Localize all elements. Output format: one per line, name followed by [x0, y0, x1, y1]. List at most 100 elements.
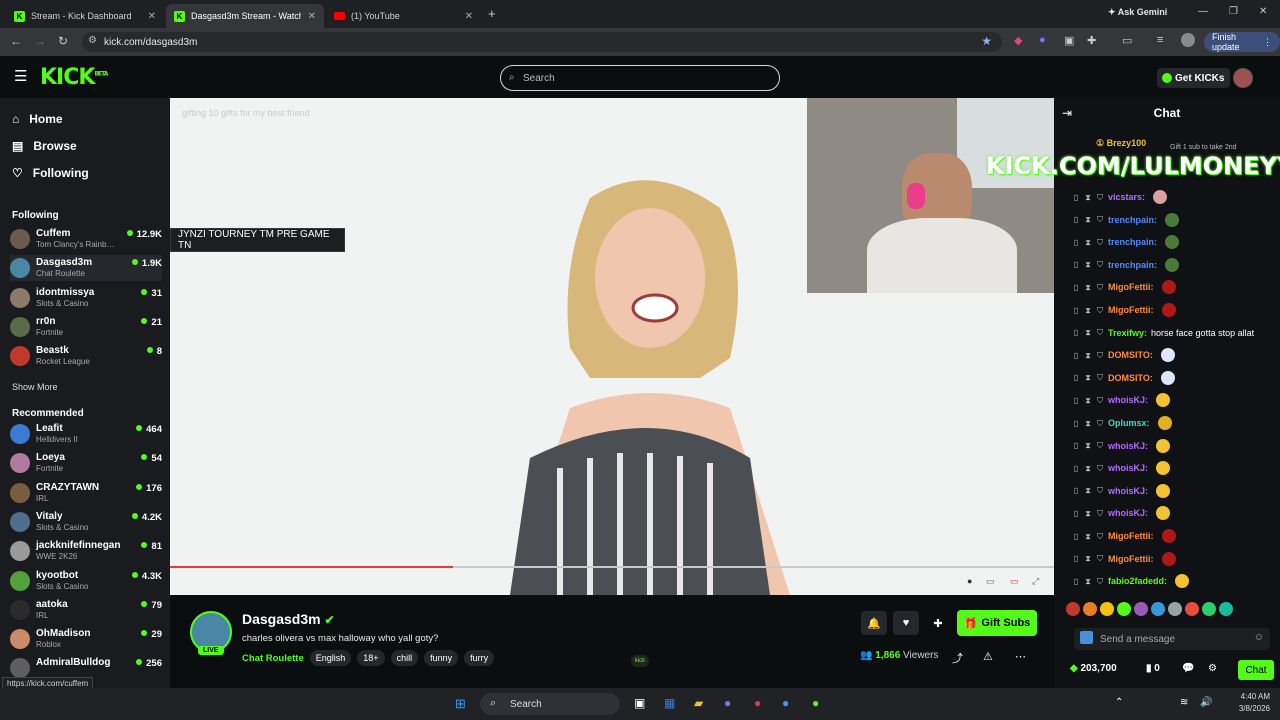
trash-icon[interactable]: ▯ — [1072, 396, 1080, 405]
shield-icon[interactable]: ⛉ — [1096, 238, 1104, 247]
kick-emote-icon[interactable] — [1080, 631, 1093, 644]
pinned-user[interactable]: ① Brezy100 — [1096, 138, 1146, 149]
chat-username[interactable]: MigoFettii: — [1108, 531, 1154, 541]
trash-icon[interactable]: ▯ — [1072, 193, 1080, 202]
gift-subs-button[interactable]: 🎁 Gift Subs — [957, 610, 1037, 636]
extensions-puzzle-icon[interactable]: ✚ — [1087, 34, 1096, 47]
emote-icon[interactable] — [1066, 602, 1080, 616]
chat-username[interactable]: DOMSITO: — [1108, 373, 1153, 383]
emote-icon[interactable] — [1168, 602, 1182, 616]
trash-icon[interactable]: ▯ — [1072, 554, 1080, 563]
timeout-icon[interactable]: ⧗ — [1084, 419, 1092, 428]
emote-bar[interactable] — [1066, 602, 1266, 620]
chat-username[interactable]: trenchpain: — [1108, 260, 1157, 270]
clip-icon[interactable]: ✚ — [925, 611, 951, 635]
trash-icon[interactable]: ▯ — [1072, 464, 1080, 473]
chat-message[interactable]: ▯ ⧗ ⛉ trenchpain: — [1072, 256, 1180, 274]
chat-message[interactable]: ▯ ⧗ ⛉ whoisKJ: — [1072, 482, 1171, 500]
share-icon[interactable]: ⤴ — [952, 650, 963, 666]
timeout-icon[interactable]: ⧗ — [1084, 373, 1092, 382]
timeout-icon[interactable]: ⧗ — [1084, 441, 1092, 450]
follow-heart-icon[interactable]: ♥ — [893, 611, 919, 635]
chat-message[interactable]: ▯ ⧗ ⛉ whoisKJ: — [1072, 504, 1171, 522]
shield-icon[interactable]: ⛉ — [1096, 532, 1104, 541]
emote-icon[interactable] — [1185, 602, 1199, 616]
chat-message[interactable]: ▯ ⧗ ⛉ whoisKJ: — [1072, 459, 1171, 477]
wifi-icon[interactable]: ≋ — [1180, 697, 1188, 708]
tag-chip[interactable]: chill — [390, 650, 419, 666]
extension-icon[interactable]: ● — [1039, 34, 1046, 46]
chat-username[interactable]: Oplumsx: — [1108, 418, 1150, 428]
get-kicks-button[interactable]: Get KICKs — [1157, 68, 1231, 88]
timeout-icon[interactable]: ⧗ — [1084, 532, 1092, 541]
chat-username[interactable]: whoisKJ: — [1108, 508, 1148, 518]
timeout-icon[interactable]: ⧗ — [1084, 486, 1092, 495]
trash-icon[interactable]: ▯ — [1072, 351, 1080, 360]
trash-icon[interactable]: ▯ — [1072, 577, 1080, 586]
points-display[interactable]: ◆ 203,700 — [1070, 663, 1117, 674]
tag-chip[interactable]: funny — [424, 650, 459, 666]
url-field[interactable]: ⚙ kick.com/dasgasd3m ★ — [82, 32, 1002, 52]
tab-search-icon[interactable]: ▭ — [1122, 34, 1132, 47]
notification-bell-icon[interactable]: 🔔 — [861, 611, 887, 635]
category-link[interactable]: Chat Roulette — [242, 653, 304, 664]
tag-chip[interactable]: 18+ — [357, 650, 385, 666]
shield-icon[interactable]: ⛉ — [1096, 554, 1104, 563]
chat-username[interactable]: MigoFettii: — [1108, 554, 1154, 564]
chat-message[interactable]: ▯ ⧗ ⛉ whoisKJ: — [1072, 437, 1171, 455]
tab-kick-dashboard[interactable]: K Stream - Kick Dashboard ✕ — [6, 4, 164, 28]
trash-icon[interactable]: ▯ — [1072, 532, 1080, 541]
timeout-icon[interactable]: ⧗ — [1084, 193, 1092, 202]
chat-message[interactable]: ▯ ⧗ ⛉ MigoFettii: — [1072, 527, 1176, 545]
tag-chip[interactable]: English — [309, 650, 352, 666]
close-icon[interactable]: ✕ — [308, 11, 316, 22]
window-close-icon[interactable]: ✕ — [1259, 6, 1267, 17]
file-explorer-icon[interactable]: ▰ — [694, 696, 703, 710]
sidebar-channel[interactable]: aatoka IRL 79 — [10, 597, 162, 623]
timeout-icon[interactable]: ⧗ — [1084, 396, 1092, 405]
store-icon[interactable]: ▦ — [664, 696, 675, 710]
timeout-icon[interactable]: ⧗ — [1084, 509, 1092, 518]
emote-icon[interactable] — [1100, 602, 1114, 616]
chat-send-button[interactable]: Chat — [1238, 660, 1274, 680]
show-more-link[interactable]: Show More — [12, 382, 58, 392]
emote-icon[interactable] — [1151, 602, 1165, 616]
sidebar-channel[interactable]: idontmissya Slots & Casino 31 — [10, 285, 162, 311]
sidebar-channel[interactable]: OhMadison Roblox 29 — [10, 626, 162, 652]
trash-icon[interactable]: ▯ — [1072, 441, 1080, 450]
nav-following[interactable]: ♡ Following — [12, 166, 89, 180]
timeout-icon[interactable]: ⧗ — [1084, 260, 1092, 269]
shield-icon[interactable]: ⛉ — [1096, 193, 1104, 202]
shield-icon[interactable]: ⛉ — [1096, 260, 1104, 269]
emoji-icon[interactable]: ☺ — [1254, 632, 1264, 643]
profile-avatar[interactable] — [1181, 33, 1195, 47]
taskbar-search[interactable]: ⌕ Search — [480, 693, 620, 715]
chat-message[interactable]: ▯ ⧗ ⛉ trenchpain: — [1072, 233, 1180, 251]
extension-icon[interactable]: ◆ — [1014, 34, 1022, 47]
app-icon[interactable]: ● — [754, 696, 761, 710]
more-icon[interactable]: ⋯ — [1015, 650, 1026, 663]
trash-icon[interactable]: ▯ — [1072, 486, 1080, 495]
chat-username[interactable]: DOMSITO: — [1108, 350, 1153, 360]
volume-icon[interactable]: 🔊 — [1200, 697, 1212, 708]
trash-icon[interactable]: ▯ — [1072, 509, 1080, 518]
chat-message[interactable]: ▯ ⧗ ⛉ MigoFettii: — [1072, 550, 1176, 568]
chat-username[interactable]: trenchpain: — [1108, 215, 1157, 225]
theatre-icon[interactable]: ▭ — [1010, 576, 1019, 587]
sidebar-channel[interactable]: Cuffem Tom Clancy's Rainb… 12.9K — [10, 226, 162, 252]
chat-username[interactable]: whoisKJ: — [1108, 441, 1148, 451]
shield-icon[interactable]: ⛉ — [1096, 328, 1104, 337]
shield-icon[interactable]: ⛉ — [1096, 373, 1104, 382]
forward-icon[interactable]: → — [34, 34, 46, 48]
reload-icon[interactable]: ↻ — [58, 34, 68, 48]
chat-message[interactable]: ▯ ⧗ ⛉ DOMSITO: — [1072, 369, 1175, 387]
back-icon[interactable]: ← — [10, 34, 22, 48]
fullscreen-icon[interactable]: ⤢ — [1032, 576, 1039, 587]
sidebar-channel[interactable]: kyootbot Slots & Casino 4.3K — [10, 568, 162, 594]
timeout-icon[interactable]: ⧗ — [1084, 328, 1092, 337]
sidebar-channel[interactable]: Beastk Rocket League 8 — [10, 343, 162, 369]
timeout-icon[interactable]: ⧗ — [1084, 283, 1092, 292]
chat-username[interactable]: whoisKJ: — [1108, 463, 1148, 473]
chat-username[interactable]: MigoFettii: — [1108, 282, 1154, 292]
shield-icon[interactable]: ⛉ — [1096, 419, 1104, 428]
